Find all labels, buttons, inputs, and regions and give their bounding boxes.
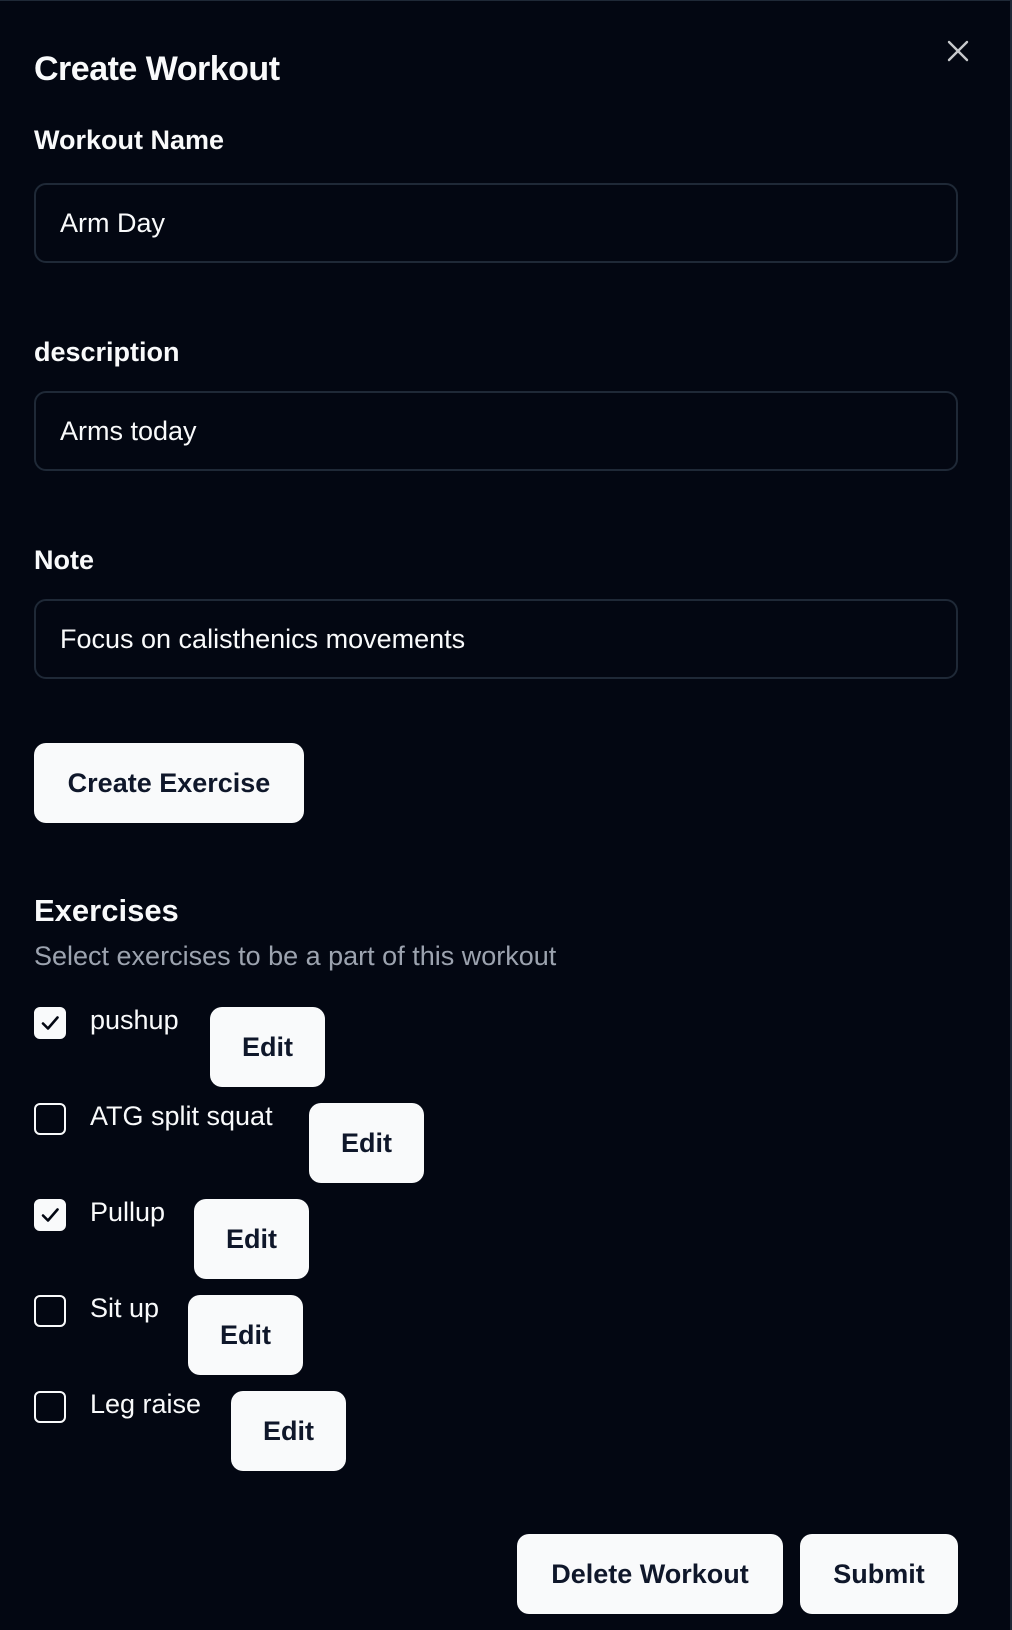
edit-exercise-button[interactable]: Edit	[309, 1103, 424, 1183]
description-input[interactable]	[34, 391, 958, 471]
exercise-label: pushup	[90, 1005, 179, 1035]
check-icon	[41, 1016, 59, 1030]
close-button[interactable]	[944, 37, 972, 65]
exercise-label: Sit up	[90, 1293, 160, 1323]
dialog-title: Create Workout	[34, 50, 280, 88]
exercises-heading: Exercises	[34, 893, 179, 928]
exercise-label: Leg raise	[90, 1389, 202, 1419]
workout-name-label: Workout Name	[34, 125, 225, 155]
exercise-checkbox[interactable]	[34, 1391, 66, 1423]
create-exercise-button[interactable]: Create Exercise	[34, 743, 304, 823]
submit-button[interactable]: Submit	[800, 1534, 958, 1614]
edit-exercise-button[interactable]: Edit	[231, 1391, 346, 1471]
description-label: description	[34, 337, 180, 367]
exercise-checkbox[interactable]	[34, 1007, 66, 1039]
exercise-label: ATG split squat	[90, 1101, 273, 1131]
workout-name-input[interactable]	[34, 183, 958, 263]
exercise-label: Pullup	[90, 1197, 166, 1227]
create-workout-dialog: Create Workout Workout Name description …	[0, 0, 1012, 1630]
note-input[interactable]	[34, 599, 958, 679]
close-icon	[947, 40, 969, 62]
edit-exercise-button[interactable]: Edit	[188, 1295, 303, 1375]
exercise-checkbox[interactable]	[34, 1199, 66, 1231]
delete-workout-button[interactable]: Delete Workout	[517, 1534, 783, 1614]
note-label: Note	[34, 545, 94, 575]
exercises-description: Select exercises to be a part of this wo…	[34, 941, 557, 971]
check-icon	[41, 1208, 59, 1222]
exercise-checkbox[interactable]	[34, 1295, 66, 1327]
exercise-checkbox[interactable]	[34, 1103, 66, 1135]
edit-exercise-button[interactable]: Edit	[194, 1199, 309, 1279]
edit-exercise-button[interactable]: Edit	[210, 1007, 325, 1087]
